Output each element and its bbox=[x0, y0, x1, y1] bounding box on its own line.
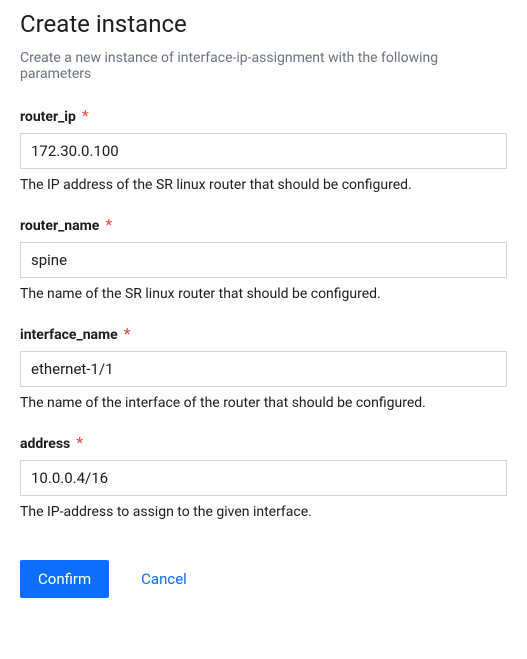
confirm-button[interactable]: Confirm bbox=[20, 560, 109, 598]
required-icon: * bbox=[105, 215, 112, 234]
field-label-router-name: router_name * bbox=[20, 215, 112, 234]
interface-name-input[interactable] bbox=[20, 351, 507, 387]
label-text: router_ip bbox=[20, 109, 76, 125]
label-text: interface_name bbox=[20, 327, 118, 343]
address-input[interactable] bbox=[20, 460, 507, 496]
required-icon: * bbox=[76, 433, 83, 452]
field-group-interface-name: interface_name * The name of the interfac… bbox=[20, 324, 507, 411]
page-subtitle: Create a new instance of interface-ip-as… bbox=[20, 50, 507, 82]
action-row: Confirm Cancel bbox=[20, 560, 507, 598]
field-hint-interface-name: The name of the interface of the router … bbox=[20, 395, 507, 411]
field-label-router-ip: router_ip * bbox=[20, 106, 89, 125]
field-label-address: address * bbox=[20, 433, 83, 452]
router-ip-input[interactable] bbox=[20, 133, 507, 169]
field-hint-router-name: The name of the SR linux router that sho… bbox=[20, 286, 507, 302]
field-hint-router-ip: The IP address of the SR linux router th… bbox=[20, 177, 507, 193]
field-group-router-name: router_name * The name of the SR linux ro… bbox=[20, 215, 507, 302]
label-text: address bbox=[20, 436, 70, 452]
label-text: router_name bbox=[20, 218, 99, 234]
field-group-router-ip: router_ip * The IP address of the SR linu… bbox=[20, 106, 507, 193]
required-icon: * bbox=[82, 106, 89, 125]
field-label-interface-name: interface_name * bbox=[20, 324, 131, 343]
router-name-input[interactable] bbox=[20, 242, 507, 278]
field-group-address: address * The IP-address to assign to the… bbox=[20, 433, 507, 520]
field-hint-address: The IP-address to assign to the given in… bbox=[20, 504, 507, 520]
cancel-button[interactable]: Cancel bbox=[133, 560, 195, 598]
page-title: Create instance bbox=[20, 10, 507, 38]
required-icon: * bbox=[124, 324, 131, 343]
